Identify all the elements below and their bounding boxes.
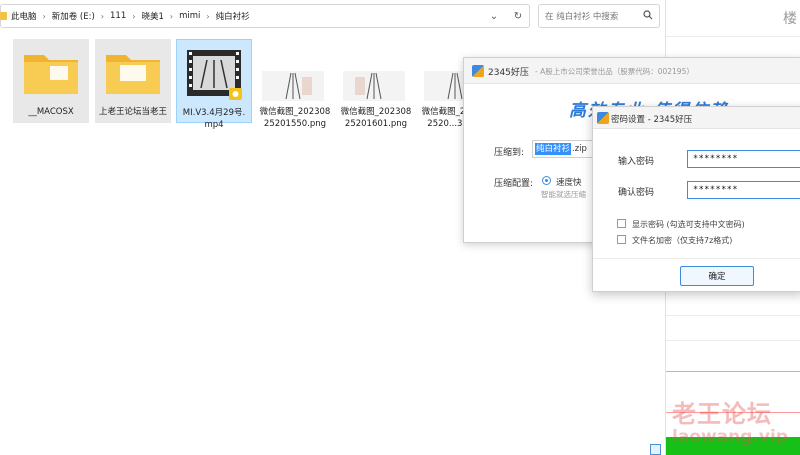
file-name: 微信截图_20230825201550.png [259,107,331,129]
app-logo-icon [597,112,609,124]
chevron-down-icon[interactable]: ⌄ [485,8,503,24]
divider [666,315,800,316]
compress-window-title: 2345好压 [488,68,529,78]
divider [666,371,800,372]
breadcrumb: 此电脑 › 新加卷 (E:) › 111 › 晓美1 › mimi › 纯白衬衫 [11,5,250,27]
confirm-password-input[interactable]: ******** [687,181,800,199]
fast-mode-label[interactable]: 速度快 [556,176,582,188]
smart-hint-text: 智能就选压缩 [541,190,586,199]
file-item-png-1[interactable]: 微信截图_20230825201550.png [257,39,333,129]
search-input[interactable]: 在 纯白衬衫 中搜索 [538,4,660,28]
file-item-png-2[interactable]: 微信截图_20230825201601.png [338,39,414,129]
refresh-icon[interactable]: ↻ [509,8,527,24]
divider [666,340,800,341]
breadcrumb-item-this-pc[interactable]: 此电脑 [11,10,37,22]
file-name: 微信截图_20230825201601.png [340,107,412,129]
chevron-right-icon[interactable]: › [132,12,135,21]
image-thumbnail [343,71,405,101]
chevron-right-icon[interactable]: › [206,12,209,21]
page-title-char: 楼 [783,11,797,27]
enter-password-label: 输入密码 [618,157,655,167]
chevron-right-icon[interactable]: › [170,12,173,21]
compress-config-label: 压缩配置: [494,179,534,189]
password-dialog-title: 密码设置 - 2345好压 [611,115,693,125]
video-file-icon [187,50,242,100]
compress-window-subtitle: - A股上市公司荣誉出品（股票代码：002195） [535,67,694,76]
compress-to-label: 压缩到: [494,148,525,158]
breadcrumb-item-current[interactable]: 纯白衬衫 [216,10,250,22]
encrypt-filenames-checkbox[interactable] [617,235,626,244]
search-placeholder: 在 纯白衬衫 中搜索 [545,12,619,22]
breadcrumb-item-111[interactable]: 111 [110,11,126,21]
file-name: MI.V3.4月29号.mp4 [182,108,246,130]
show-password-checkbox[interactable] [617,219,626,228]
checkbox-icon[interactable] [650,444,661,455]
ok-button[interactable]: 确定 [680,266,754,286]
filename-extension: .zip [572,144,587,154]
watermark-text: 老王论坛 [672,400,772,428]
file-item-folder-laowang[interactable]: 上老王论坛当老王 [95,39,171,123]
chevron-right-icon[interactable]: › [101,12,104,21]
enter-password-value: ******** [693,154,738,164]
fast-mode-radio[interactable] [542,176,551,185]
tripod-thumbnail-icon [285,72,312,100]
divider [593,258,800,259]
address-bar[interactable]: 此电脑 › 新加卷 (E:) › 111 › 晓美1 › mimi › 纯白衬衫… [0,4,530,28]
search-icon[interactable] [643,10,653,20]
folder-icon [106,55,160,94]
confirm-password-value: ******** [693,185,738,195]
password-dialog: 密码设置 - 2345好压 输入密码 ******** 确认密码 *******… [592,106,800,292]
file-item-folder-macosx[interactable]: __MACOSX [13,39,89,123]
watermark-url: laowang.vip [672,427,788,447]
file-item-video[interactable]: MI.V3.4月29号.mp4 [176,39,252,130]
encrypt-filenames-label[interactable]: 文件名加密（仅支持7z格式) [632,235,732,246]
folder-icon [0,12,7,20]
breadcrumb-item-mimi[interactable]: mimi [179,11,200,21]
tripod-thumbnail-icon [355,72,382,100]
filename-selected-text: 纯白衬衫 [535,143,572,155]
show-password-label[interactable]: 显示密码 (勾选可支持中文密码) [632,219,745,230]
image-thumbnail [262,71,324,101]
app-logo-icon [472,65,484,77]
divider [666,36,800,37]
confirm-password-label: 确认密码 [618,188,655,198]
chevron-right-icon[interactable]: › [43,12,46,21]
file-name: 上老王论坛当老王 [98,107,167,117]
file-name: __MACOSX [28,107,74,117]
password-dialog-titlebar[interactable]: 密码设置 - 2345好压 [593,107,800,129]
breadcrumb-item-xiaomei[interactable]: 晓美1 [141,10,163,22]
folder-icon [24,55,78,94]
enter-password-input[interactable]: ******** [687,150,800,168]
compress-titlebar[interactable]: 2345好压 - A股上市公司荣誉出品（股票代码：002195） [464,58,800,84]
breadcrumb-item-drive[interactable]: 新加卷 (E:) [52,10,95,22]
